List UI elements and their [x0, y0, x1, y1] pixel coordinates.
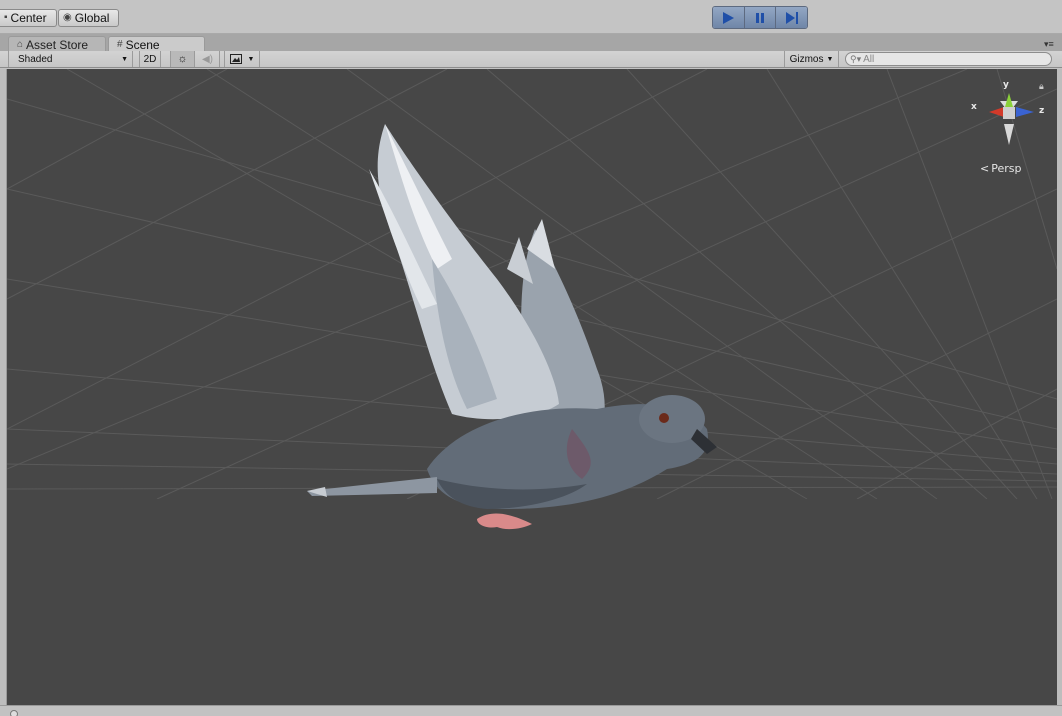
sun-icon: ☼: [177, 53, 188, 65]
effects-dropdown[interactable]: ▼: [224, 51, 260, 67]
scene-grid: [7, 69, 1057, 705]
mode-2d-label: 2D: [143, 53, 157, 65]
gizmos-dropdown[interactable]: Gizmos ▼: [784, 51, 839, 67]
main-toolbar: ▪ Center ◉ Global: [0, 0, 1062, 34]
grid-hash-icon: #: [117, 39, 123, 50]
mode-2d-toggle[interactable]: 2D: [139, 51, 161, 67]
dropdown-arrow-icon: ▼: [121, 55, 128, 63]
status-bar: [0, 705, 1062, 716]
right-panel-edge: [1057, 69, 1062, 705]
play-button[interactable]: [713, 7, 745, 28]
pivot-rotation-label: Global: [74, 11, 110, 25]
dropdown-arrow-icon: ▼: [826, 55, 834, 63]
z-axis-cone[interactable]: [1016, 107, 1034, 117]
gizmos-label: Gizmos: [789, 53, 824, 65]
projection-label: Persp: [991, 162, 1022, 175]
play-icon: [723, 11, 735, 24]
tab-menu-icon[interactable]: ▾≡: [1044, 39, 1056, 49]
speaker-icon: ◀): [201, 53, 214, 65]
pivot-rotation-button[interactable]: ◉ Global: [58, 9, 119, 27]
window-tab-row: ⌂ Asset Store # Scene ▾≡: [0, 34, 1062, 52]
projection-toggle[interactable]: < Persp: [980, 162, 1021, 175]
image-icon: [229, 54, 242, 64]
play-controls: [712, 6, 808, 29]
step-icon: [785, 11, 798, 24]
pivot-icon: ▪: [4, 12, 8, 23]
lock-icon[interactable]: 🔒︎: [1039, 81, 1044, 92]
scene-toolbar: Shaded ▼ 2D ☼ ◀) ▼ Gizmos ▼ ⚲▾ All: [0, 51, 1062, 68]
pigeon-model[interactable]: [307, 124, 717, 530]
search-placeholder: All: [863, 53, 875, 65]
draw-mode-value: Shaded: [18, 53, 53, 65]
pivot-mode-button[interactable]: ▪ Center: [0, 9, 57, 27]
left-panel-edge: [0, 69, 7, 705]
tab-scene-label: Scene: [125, 37, 160, 52]
scene-search-input[interactable]: ⚲▾ All: [845, 52, 1052, 66]
globe-icon: ◉: [63, 12, 72, 23]
pause-button[interactable]: [744, 7, 777, 28]
tab-asset-store-label: Asset Store: [26, 37, 89, 52]
pause-icon: [756, 12, 764, 23]
draw-mode-dropdown[interactable]: Shaded ▼: [8, 51, 133, 67]
status-indicator-icon: [10, 710, 18, 716]
unity-editor-window: ▪ Center ◉ Global ⌂ Asset Store # Scene …: [0, 0, 1062, 716]
tab-scene[interactable]: # Scene: [108, 36, 205, 52]
neg-y-axis-cone[interactable]: [1004, 124, 1014, 145]
shopping-cart-icon: ⌂: [17, 39, 24, 50]
audio-toggle[interactable]: ◀): [196, 51, 220, 67]
scene-viewport[interactable]: x y z 🔒︎ < Persp: [7, 69, 1057, 705]
step-button[interactable]: [776, 7, 807, 28]
pivot-mode-label: Center: [10, 11, 47, 25]
z-axis-label: z: [1039, 106, 1045, 116]
y-axis-cone[interactable]: [1005, 93, 1013, 107]
tab-asset-store[interactable]: ⌂ Asset Store: [8, 36, 106, 52]
x-axis-label: x: [971, 102, 977, 112]
search-icon: ⚲▾: [850, 53, 862, 64]
lighting-toggle[interactable]: ☼: [170, 51, 195, 67]
perspective-icon: <: [980, 162, 990, 175]
dropdown-arrow-icon: ▼: [247, 55, 255, 63]
y-axis-label: y: [1003, 80, 1009, 90]
x-axis-cone[interactable]: [989, 107, 1004, 117]
